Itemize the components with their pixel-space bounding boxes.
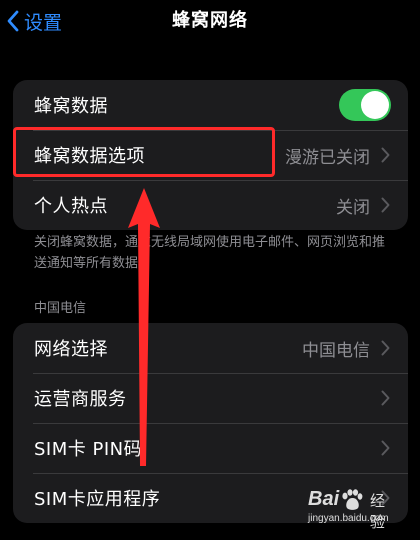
carrier-services-row[interactable]: 运营商服务 xyxy=(13,373,408,423)
watermark-name: 经验 xyxy=(370,492,386,531)
chevron-right-icon xyxy=(381,197,390,213)
chevron-right-icon xyxy=(381,340,390,356)
cellular-data-label: 蜂窝数据 xyxy=(34,96,108,117)
watermark-url: jingyan.baidu.com xyxy=(308,513,389,524)
cellular-data-row: 蜂窝数据 xyxy=(13,80,408,130)
network-selection-row[interactable]: 网络选择 中国电信 xyxy=(13,323,408,373)
network-selection-value: 中国电信 xyxy=(302,340,370,361)
sim-pin-row[interactable]: SIM卡 PIN码 xyxy=(13,423,408,473)
chevron-right-icon xyxy=(381,390,390,406)
cellular-data-options-row[interactable]: 蜂窝数据选项 漫游已关闭 xyxy=(13,130,408,180)
hotspot-status-value: 关闭 xyxy=(336,197,370,218)
cellular-data-options-label: 蜂窝数据选项 xyxy=(34,146,145,167)
carrier-services-label: 运营商服务 xyxy=(34,389,127,410)
paw-icon xyxy=(342,489,363,510)
carrier-section-header: 中国电信 xyxy=(34,301,87,316)
sim-pin-label: SIM卡 PIN码 xyxy=(34,439,143,460)
cellular-data-toggle[interactable] xyxy=(339,89,391,121)
navigation-bar: 设置 蜂窝网络 xyxy=(0,0,420,48)
sim-applications-label: SIM卡应用程序 xyxy=(34,489,161,510)
personal-hotspot-label: 个人热点 xyxy=(34,196,108,217)
watermark: Bai 经验 jingyan.baidu.com xyxy=(308,488,398,531)
page-title: 蜂窝网络 xyxy=(172,10,248,31)
network-selection-label: 网络选择 xyxy=(34,339,108,360)
watermark-brand: Bai xyxy=(308,488,340,510)
personal-hotspot-row[interactable]: 个人热点 关闭 xyxy=(13,180,408,230)
cellular-settings-screen: 设置 蜂窝网络 蜂窝数据 蜂窝数据选项 漫游已关闭 个人热点 关闭 关闭蜂窝数据… xyxy=(0,0,420,540)
chevron-right-icon xyxy=(381,440,390,456)
chevron-right-icon xyxy=(381,147,390,163)
roaming-status-value: 漫游已关闭 xyxy=(285,147,370,168)
toggle-knob xyxy=(361,91,389,119)
cellular-data-group: 蜂窝数据 蜂窝数据选项 漫游已关闭 个人热点 关闭 xyxy=(13,80,408,230)
cellular-data-footnote: 关闭蜂窝数据，通过无线局域网使用电子邮件、网页浏览和推送通知等所有数据。 xyxy=(34,235,386,271)
